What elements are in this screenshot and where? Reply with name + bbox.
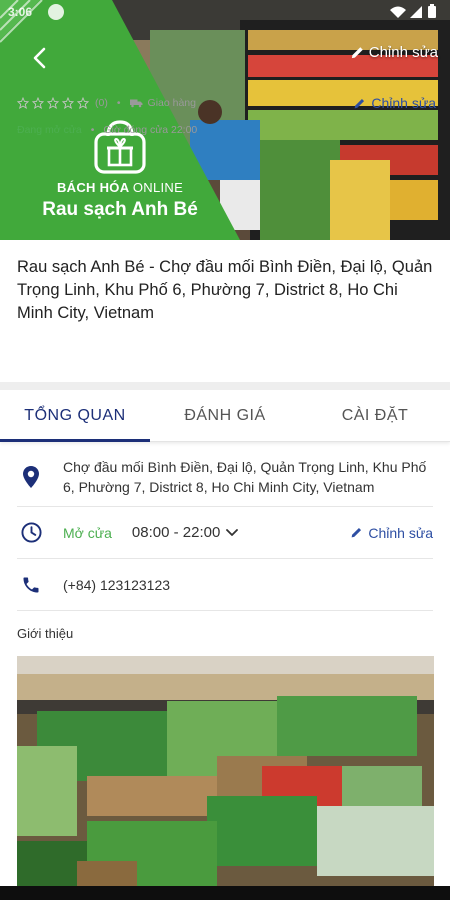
store-meta-row: (0) • Giao hàng Chỉnh sửa: [17, 93, 436, 113]
store-hero: 3:06 Chỉnh sửa BÁCH HÓA ONLINE Rau sạch …: [0, 0, 450, 240]
tab-reviews[interactable]: ĐÁNH GIÁ: [150, 390, 300, 441]
store-info: Rau sạch Anh Bé - Chợ đầu mối Bình Điền,…: [0, 240, 450, 382]
phone-icon-wrap: [17, 575, 45, 595]
star-icon: [17, 97, 29, 109]
hours-dropdown[interactable]: 08:00 - 22:00: [131, 524, 239, 541]
edit-cover-button[interactable]: Chỉnh sửa: [350, 44, 438, 61]
edit-store-label: Chỉnh sửa: [371, 95, 436, 111]
open-status-row: Đang mở cửa • Giờ đóng cửa 22:00: [17, 124, 197, 136]
brand-tagline: BÁCH HÓA ONLINE: [0, 180, 240, 195]
address-row[interactable]: Chợ đầu mối Bình Điền, Đại lộ, Quản Trọn…: [17, 447, 433, 507]
meta-separator: •: [116, 97, 121, 109]
back-button[interactable]: [22, 40, 58, 76]
status-bar: 3:06: [0, 0, 450, 24]
pencil-icon: [351, 47, 363, 59]
open-status: Đang mở cửa: [17, 124, 82, 136]
hours-range: 08:00 - 22:00: [131, 524, 221, 541]
clock-icon: [20, 522, 42, 543]
pencil-icon: [354, 98, 365, 108]
edit-cover-label: Chỉnh sửa: [368, 44, 438, 61]
tab-settings[interactable]: CÀI ĐẶT: [300, 390, 450, 441]
intro-photo: [17, 656, 434, 886]
address-icon-wrap: [17, 465, 45, 488]
chevron-down-icon: [226, 528, 239, 536]
address-text: Chợ đầu mối Bình Điền, Đại lộ, Quản Trọn…: [63, 458, 427, 495]
rating-count: (0): [95, 97, 108, 109]
system-nav-bar: [0, 886, 450, 900]
status-icons: [390, 4, 436, 18]
phone-icon: [23, 577, 39, 592]
brand-name: Rau sạch Anh Bé: [42, 199, 198, 220]
edit-store-button[interactable]: Chỉnh sửa: [353, 95, 436, 111]
edit-hours-label: Chỉnh sửa: [368, 524, 433, 541]
status-time: 3:06: [8, 5, 33, 19]
intro-heading: Giới thiệu: [17, 626, 74, 641]
star-icon: [47, 97, 59, 109]
store-title: Rau sạch Anh Bé - Chợ đầu mối Bình Điền,…: [17, 258, 433, 322]
delivery-label: Giao hàng: [147, 97, 196, 109]
closing-time: Giờ đóng cửa 22:00: [103, 124, 198, 136]
tab-bar: TỔNG QUAN ĐÁNH GIÁ CÀI ĐẶT: [0, 390, 450, 442]
hours-icon-wrap: [17, 522, 45, 543]
notification-icon: [48, 4, 64, 20]
status-separator: •: [90, 124, 95, 136]
tab-overview[interactable]: TỔNG QUAN: [0, 390, 150, 442]
hours-row: Mở cửa 08:00 - 22:00 Chỉnh sửa: [17, 507, 433, 559]
location-pin-icon: [23, 465, 39, 488]
star-icon: [77, 97, 89, 109]
hours-status: Mở cửa: [63, 524, 112, 541]
brand-tagline-light: ONLINE: [132, 180, 184, 195]
star-icon: [62, 97, 74, 109]
brand-tagline-bold: BÁCH HÓA: [56, 180, 129, 195]
rating-stars[interactable]: [17, 97, 89, 109]
edit-hours-button[interactable]: Chỉnh sửa: [350, 525, 433, 541]
section-divider: [0, 382, 450, 390]
star-icon: [32, 97, 44, 109]
phone-text: (+84) 123123123: [63, 576, 171, 593]
delivery-truck-icon: [129, 99, 143, 108]
pencil-icon: [351, 527, 362, 538]
phone-row[interactable]: (+84) 123123123: [17, 559, 433, 611]
arrow-back-icon: [33, 47, 46, 69]
